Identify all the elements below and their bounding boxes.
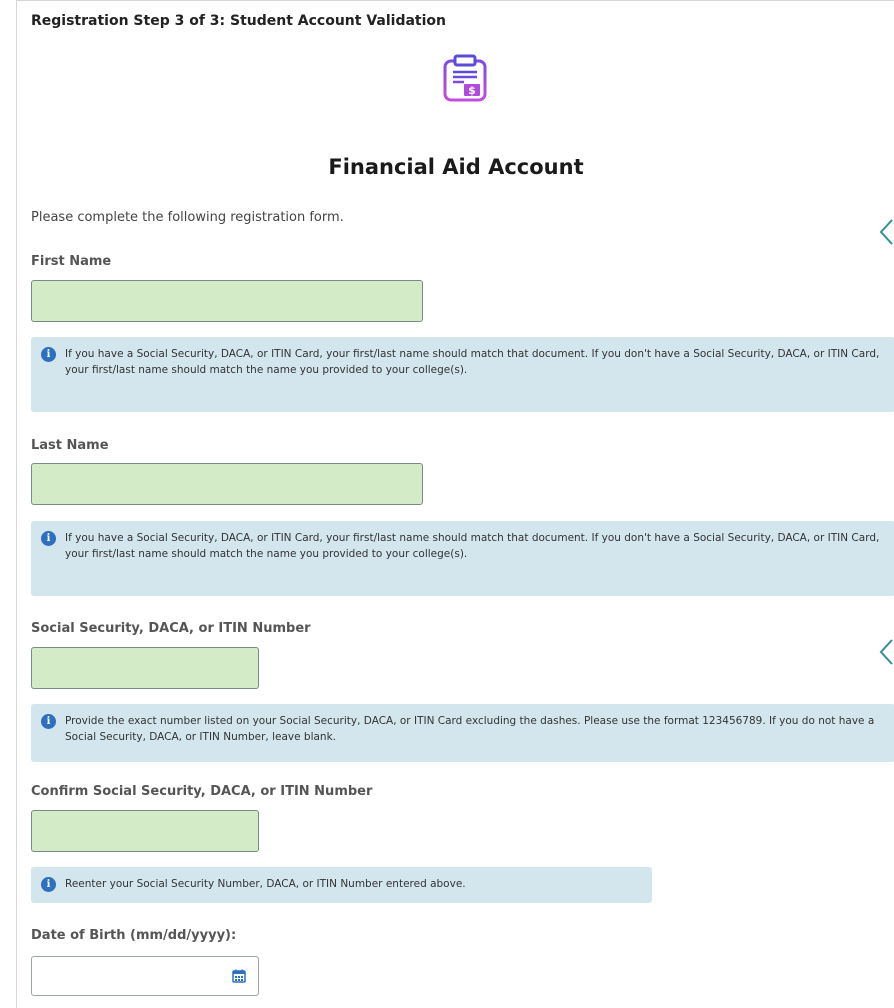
ssn-info-text: Provide the exact number listed on your … [65,715,875,743]
first-name-info-text: If you have a Social Security, DACA, or … [65,348,880,376]
dob-input[interactable] [32,957,222,995]
confirm-ssn-label: Confirm Social Security, DACA, or ITIN N… [31,784,373,799]
intro-text: Please complete the following registrati… [31,210,344,225]
info-icon: i [41,347,56,362]
chevron-left-icon[interactable] [878,638,894,666]
confirm-ssn-input[interactable] [31,810,259,852]
dob-label: Date of Birth (mm/dd/yyyy): [31,928,237,943]
dob-field[interactable] [31,956,259,996]
last-name-info-box: i If you have a Social Security, DACA, o… [31,521,894,596]
first-name-input[interactable] [31,280,423,322]
last-name-info-text: If you have a Social Security, DACA, or … [65,532,880,560]
info-icon: i [41,877,56,892]
last-name-label: Last Name [31,438,109,453]
info-icon: i [41,531,56,546]
step-title: Registration Step 3 of 3: Student Accoun… [31,13,447,29]
confirm-ssn-info-text: Reenter your Social Security Number, DAC… [65,878,466,890]
ssn-label: Social Security, DACA, or ITIN Number [31,621,311,636]
first-name-info-box: i If you have a Social Security, DACA, o… [31,337,894,412]
ssn-info-box: i Provide the exact number listed on you… [31,704,894,762]
ssn-input[interactable] [31,647,259,689]
svg-text:$: $ [468,84,476,97]
first-name-label: First Name [31,254,112,269]
info-icon: i [41,714,56,729]
last-name-input[interactable] [31,463,423,505]
page-title: Financial Aid Account [328,155,584,179]
registration-form: Registration Step 3 of 3: Student Accoun… [16,0,894,1008]
chevron-left-icon[interactable] [878,218,894,246]
clipboard-dollar-icon: $ [443,54,487,102]
confirm-ssn-info-box: i Reenter your Social Security Number, D… [31,867,652,903]
calendar-icon[interactable] [232,969,246,983]
